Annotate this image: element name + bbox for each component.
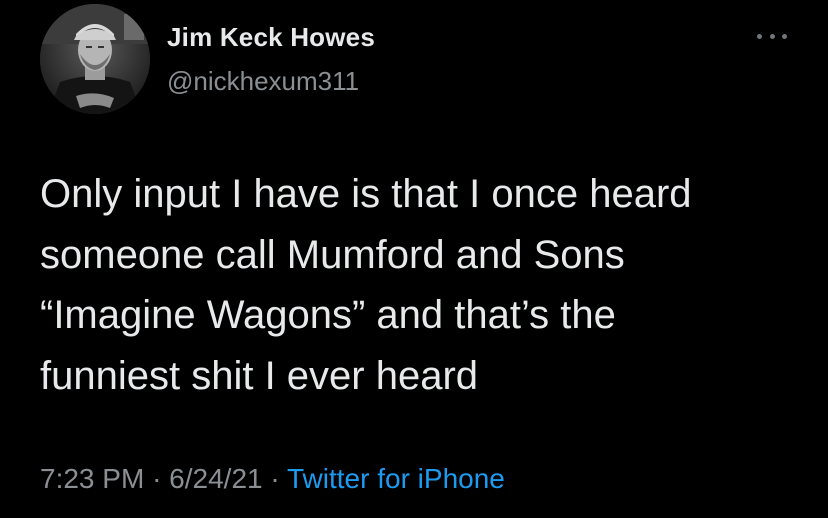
tweet-text-line: funniest shit I ever heard <box>40 353 479 398</box>
profile-photo <box>40 4 150 114</box>
tweet-date[interactable]: 6/24/21 <box>169 463 262 494</box>
tweet-text-line: “Imagine Wagons” and that’s the <box>40 293 616 337</box>
author-display-name[interactable]: Jim Keck Howes <box>167 22 375 53</box>
tweet-text-line: Only input I have is that I once heard <box>40 172 692 216</box>
more-dot <box>769 33 775 39</box>
tweet-text-line: someone call Mumford and Sons <box>40 232 625 277</box>
meta-separator: · <box>270 463 280 494</box>
avatar[interactable] <box>40 4 150 114</box>
author-handle[interactable]: @nickhexum311 <box>167 66 359 97</box>
tweet-card: Jim Keck Howes @nickhexum311 Only input … <box>0 0 828 518</box>
tweet-source-link[interactable]: Twitter for iPhone <box>287 463 505 494</box>
meta-separator: · <box>152 463 162 494</box>
more-dot <box>782 33 787 39</box>
tweet-text: Only input I have is that I once heard s… <box>40 164 800 406</box>
tweet-metadata: 7:23 PM · 6/24/21 · Twitter for iPhone <box>40 463 505 495</box>
more-dot <box>757 33 762 39</box>
tweet-time[interactable]: 7:23 PM <box>40 463 144 494</box>
more-options-icon[interactable] <box>757 26 787 46</box>
